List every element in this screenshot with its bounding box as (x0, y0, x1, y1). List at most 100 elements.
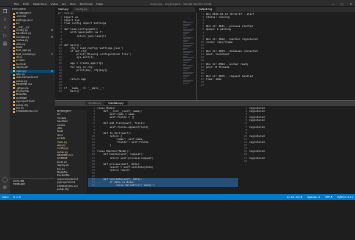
file-icon (13, 16, 15, 19)
breadcrumb[interactable]: src › main.py (55, 12, 195, 16)
code-text: sys.exit(1) (64, 56, 94, 60)
file-icon (13, 104, 15, 107)
git-status-badge: M (50, 35, 53, 39)
menu-item[interactable]: Help (96, 2, 103, 6)
code-line: 24 (197, 84, 355, 87)
file-icon (13, 70, 15, 73)
minimize-button[interactable]: — (332, 2, 335, 6)
account-icon[interactable]: ◯ (2, 177, 8, 183)
timeline-label: TIMELINE (13, 183, 26, 187)
code-text: return result (97, 168, 130, 172)
panel-right-code[interactable]: 1 registered 2 registered 3 4 registered 5 regis… (240, 107, 350, 193)
menu-item[interactable]: Edit (23, 2, 29, 6)
file-icon (13, 107, 15, 110)
extensions-icon[interactable]: ▦ (2, 41, 8, 47)
menu-item[interactable]: View (51, 2, 58, 6)
file-icon (13, 100, 15, 103)
code-text: return self.process(request) (97, 156, 154, 160)
file-icon (13, 19, 15, 22)
close-button[interactable]: ✕ (349, 2, 352, 6)
file-icon (13, 12, 15, 15)
source-control-icon[interactable]: ⑂ (2, 25, 8, 31)
editor-tab[interactable]: output.log (196, 7, 217, 12)
title-bar: File Edit Selection View Go Run Terminal Help m… (0, 0, 355, 7)
file-icon (13, 29, 15, 32)
code-text: pool: 8 threads (206, 65, 230, 69)
code-text: from config import Settings (64, 22, 107, 26)
cursor-position[interactable]: Ln 12, Col 8 (287, 196, 302, 199)
run-debug-icon[interactable]: ▷ (2, 33, 8, 39)
file-icon (13, 63, 15, 66)
code-text: } (97, 144, 112, 148)
editor1-code[interactable]: 1 import os 2 import sys 3 from config import… (55, 16, 183, 100)
file-icon (13, 87, 15, 90)
file-icon (13, 83, 15, 86)
file-tree: MYPROJECT .vscode settings.json src __init__… (10, 12, 55, 114)
line-number: 26 (91, 184, 95, 188)
file-icon (13, 26, 15, 29)
file-icon (13, 80, 15, 83)
problems-indicator[interactable]: 0 ⚠ 0 (13, 196, 20, 199)
language-mode[interactable]: Python 3.11 (337, 196, 353, 199)
menu-item[interactable]: Run (70, 2, 76, 6)
code-text: print(key, cfg[key]) (64, 68, 108, 72)
code-text: registered (249, 150, 265, 154)
code-text: registered (249, 134, 265, 138)
editor2-code[interactable]: 1 Run 2024-03-12 10:41:07 - start 2 status:… (196, 13, 355, 101)
code-line: 26 raise ValueError('empty') (88, 184, 238, 188)
minimap-line (183, 82, 189, 84)
editor2-tab-strip: output.log (196, 7, 355, 12)
activity-bar: ❐ ⌕ ⑂ ▷ ▦ ◯ ⚙ (0, 7, 10, 194)
git-status-badge: U (51, 52, 53, 56)
search-icon[interactable]: ⌕ (2, 17, 8, 23)
panel-tree-item[interactable]: setup.cfg (55, 188, 87, 191)
file-icon (13, 94, 15, 97)
code-text: registered (249, 141, 265, 145)
explorer-bottom-sections: OUTLINE TIMELINE (10, 178, 55, 194)
code-text: self.fields = [] (97, 116, 135, 120)
code-text: raise ValueError('empty') (97, 184, 155, 188)
menu-item[interactable]: Selection (33, 2, 47, 6)
file-icon (13, 111, 15, 114)
line-number: 24 (200, 84, 204, 88)
file-icon (13, 66, 15, 69)
maximize-button[interactable]: □ (341, 2, 344, 6)
status-bar: main 0 ⚠ 0 Ln 12, Col 8 Spaces: 4 UTF-8 … (0, 194, 355, 200)
code-text: main() (64, 90, 80, 94)
menu-bar: File Edit Selection View Go Run Terminal Help (14, 2, 103, 6)
code-text: host: localhost (206, 53, 230, 57)
file-icon (13, 73, 15, 76)
code-text: return json.load(f) (64, 34, 107, 38)
file-icon (13, 53, 15, 56)
file-icon (13, 97, 15, 100)
code-line: 25 main() (55, 90, 183, 93)
branch-indicator[interactable]: main (2, 196, 8, 199)
gear-icon[interactable]: ⚙ (2, 185, 8, 191)
code-text: registered (249, 110, 265, 114)
file-icon (13, 39, 15, 42)
git-status-badge: M (50, 28, 53, 32)
minimap[interactable] (183, 20, 195, 105)
menu-item[interactable]: Terminal (80, 2, 93, 6)
menu-item[interactable]: File (14, 2, 19, 6)
code-text: return app (64, 77, 86, 81)
code-line: 18 (240, 160, 350, 163)
git-status-badge: M (50, 69, 53, 73)
file-icon (13, 36, 15, 39)
code-text: route: /api/items (206, 40, 233, 44)
panel-code[interactable]: 1 class Model: 2 def __init__(self, name):… (88, 107, 238, 193)
files-icon[interactable]: ❐ (2, 9, 8, 15)
timeline-section[interactable]: TIMELINE (10, 183, 55, 186)
file-icon (13, 56, 15, 59)
file-tree-item[interactable]: CHANGELOG.md (10, 110, 55, 113)
file-icon (13, 46, 15, 49)
code-text: self.fields.append(field) (97, 125, 149, 129)
code-text: registered (249, 156, 265, 160)
file-name: CHANGELOG.md (16, 110, 38, 114)
encoding[interactable]: UTF-8 (325, 196, 333, 199)
indentation[interactable]: Spaces: 4 (307, 196, 320, 199)
file-icon (13, 43, 15, 46)
menu-item[interactable]: Go (62, 2, 66, 6)
window-controls: — □ ✕ (332, 2, 352, 6)
explorer-sidebar: EXPLORER MYPROJECT .vscode settings.json sr… (10, 7, 55, 194)
